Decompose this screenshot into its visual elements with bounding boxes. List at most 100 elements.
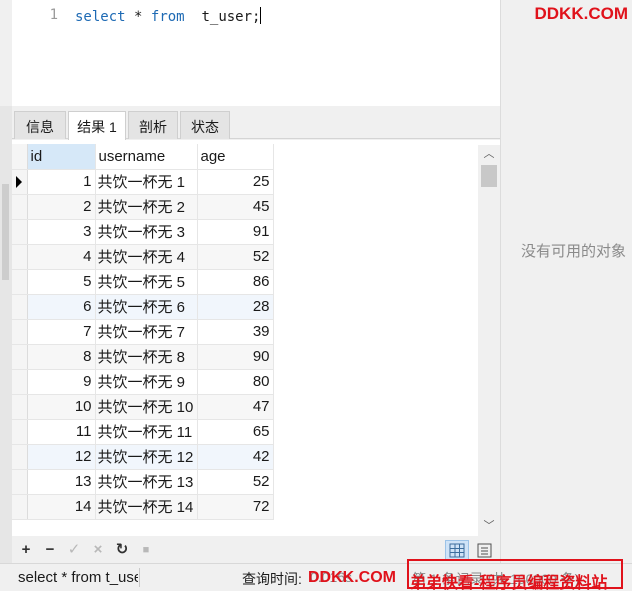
table-row[interactable]: 8 共饮一杯无 8 90 — [12, 344, 274, 370]
cell-id[interactable]: 12 — [27, 444, 96, 470]
cell-age[interactable]: 86 — [197, 269, 274, 295]
delete-record-icon[interactable]: − — [41, 541, 59, 559]
cell-id[interactable]: 7 — [27, 319, 96, 345]
row-indicator[interactable] — [12, 294, 28, 320]
result-grid[interactable]: id username age 1 共饮一杯无 1 25 2 共饮一杯无 2 45 3 共饮一… — [12, 140, 500, 536]
row-indicator[interactable] — [12, 419, 28, 445]
row-indicator[interactable] — [12, 219, 28, 245]
cell-age[interactable]: 47 — [197, 394, 274, 420]
table-row[interactable]: 2 共饮一杯无 2 45 — [12, 194, 274, 220]
cell-username[interactable]: 共饮一杯无 11 — [95, 419, 198, 445]
grid-vertical-scrollbar[interactable]: ︿ ﹀ — [478, 145, 500, 537]
row-indicator[interactable] — [12, 319, 28, 345]
column-header-age[interactable]: age — [197, 144, 274, 170]
table-row[interactable]: 5 共饮一杯无 5 86 — [12, 269, 274, 295]
table-row[interactable]: 12 共饮一杯无 12 42 — [12, 444, 274, 470]
tab-info[interactable]: 信息 — [14, 111, 66, 139]
grid-view-icon[interactable] — [445, 540, 469, 561]
cell-age[interactable]: 42 — [197, 444, 274, 470]
row-indicator[interactable] — [12, 169, 28, 195]
left-scroll-thumb[interactable] — [2, 184, 9, 280]
tab-result-1[interactable]: 结果 1 — [68, 111, 126, 140]
cell-username[interactable]: 共饮一杯无 3 — [95, 219, 198, 245]
cell-username[interactable]: 共饮一杯无 9 — [95, 369, 198, 395]
cell-age[interactable]: 28 — [197, 294, 274, 320]
cell-id[interactable]: 9 — [27, 369, 96, 395]
cell-id[interactable]: 11 — [27, 419, 96, 445]
cell-age[interactable]: 65 — [197, 419, 274, 445]
cell-username[interactable]: 共饮一杯无 12 — [95, 444, 198, 470]
cell-id[interactable]: 4 — [27, 244, 96, 270]
cell-id[interactable]: 3 — [27, 219, 96, 245]
left-scroll-strip[interactable] — [0, 106, 12, 568]
add-record-icon[interactable]: + — [17, 541, 35, 559]
row-indicator[interactable] — [12, 469, 28, 495]
cell-age[interactable]: 80 — [197, 369, 274, 395]
status-divider — [139, 568, 140, 587]
table-row[interactable]: 11 共饮一杯无 11 65 — [12, 419, 274, 445]
cell-username[interactable]: 共饮一杯无 5 — [95, 269, 198, 295]
table-row[interactable]: 1 共饮一杯无 1 25 — [12, 169, 274, 195]
cell-id[interactable]: 1 — [27, 169, 96, 195]
scroll-thumb[interactable] — [481, 165, 497, 187]
table-row[interactable]: 3 共饮一杯无 3 91 — [12, 219, 274, 245]
row-indicator[interactable] — [12, 494, 28, 520]
cell-id[interactable]: 8 — [27, 344, 96, 370]
scroll-up-icon[interactable]: ︿ — [482, 147, 496, 161]
cell-username[interactable]: 共饮一杯无 13 — [95, 469, 198, 495]
column-header-username[interactable]: username — [95, 144, 198, 170]
cell-id[interactable]: 2 — [27, 194, 96, 220]
column-header-id[interactable]: id — [27, 144, 96, 170]
cell-id[interactable]: 6 — [27, 294, 96, 320]
table-row[interactable]: 4 共饮一杯无 4 52 — [12, 244, 274, 270]
line-number: 1 — [49, 7, 58, 23]
row-indicator[interactable] — [12, 394, 28, 420]
cell-age[interactable]: 91 — [197, 219, 274, 245]
table-row[interactable]: 14 共饮一杯无 14 72 — [12, 494, 274, 520]
cell-username[interactable]: 共饮一杯无 4 — [95, 244, 198, 270]
cell-username[interactable]: 共饮一杯无 6 — [95, 294, 198, 320]
table-row[interactable]: 9 共饮一杯无 9 80 — [12, 369, 274, 395]
refresh-icon[interactable]: ↻ — [113, 541, 131, 559]
cell-username[interactable]: 共饮一杯无 14 — [95, 494, 198, 520]
discard-changes-icon[interactable]: × — [89, 541, 107, 559]
apply-changes-icon[interactable]: ✓ — [65, 541, 83, 559]
keyword-from: from — [150, 9, 185, 25]
sql-editor[interactable]: 1 select * from t_user; — [12, 0, 500, 106]
table-row[interactable]: 7 共饮一杯无 7 39 — [12, 319, 274, 345]
cell-age[interactable]: 25 — [197, 169, 274, 195]
sql-code[interactable]: select * from t_user; — [75, 7, 262, 25]
row-indicator[interactable] — [12, 444, 28, 470]
table-row[interactable]: 13 共饮一杯无 13 52 — [12, 469, 274, 495]
cell-age[interactable]: 52 — [197, 469, 274, 495]
tab-status[interactable]: 状态 — [180, 111, 230, 139]
result-tabs: 信息 结果 1 剖析 状态 — [12, 106, 500, 140]
scroll-down-icon[interactable]: ﹀ — [482, 519, 496, 533]
cell-age[interactable]: 45 — [197, 194, 274, 220]
row-indicator[interactable] — [12, 269, 28, 295]
cell-age[interactable]: 39 — [197, 319, 274, 345]
cell-age[interactable]: 90 — [197, 344, 274, 370]
cell-username[interactable]: 共饮一杯无 2 — [95, 194, 198, 220]
row-indicator[interactable] — [12, 344, 28, 370]
row-indicator[interactable] — [12, 194, 28, 220]
cell-id[interactable]: 14 — [27, 494, 96, 520]
form-view-icon[interactable] — [475, 540, 495, 561]
cell-username[interactable]: 共饮一杯无 7 — [95, 319, 198, 345]
cell-username[interactable]: 共饮一杯无 1 — [95, 169, 198, 195]
cell-age[interactable]: 72 — [197, 494, 274, 520]
cell-username[interactable]: 共饮一杯无 10 — [95, 394, 198, 420]
stop-icon[interactable]: ■ — [137, 541, 155, 559]
table-row[interactable]: 10 共饮一杯无 10 47 — [12, 394, 274, 420]
cell-id[interactable]: 10 — [27, 394, 96, 420]
table-token: t_user; — [201, 9, 261, 25]
row-indicator[interactable] — [12, 244, 28, 270]
cell-username[interactable]: 共饮一杯无 8 — [95, 344, 198, 370]
row-indicator[interactable] — [12, 369, 28, 395]
cell-id[interactable]: 13 — [27, 469, 96, 495]
tab-profile[interactable]: 剖析 — [128, 111, 178, 139]
cell-id[interactable]: 5 — [27, 269, 96, 295]
table-row[interactable]: 6 共饮一杯无 6 28 — [12, 294, 274, 320]
text-caret — [260, 7, 262, 24]
cell-age[interactable]: 52 — [197, 244, 274, 270]
